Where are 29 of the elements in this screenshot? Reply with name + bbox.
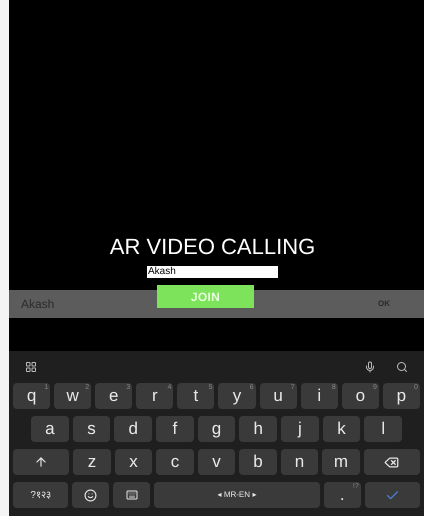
keyboard-key[interactable]: x — [114, 449, 152, 475]
name-field[interactable]: Akash — [147, 266, 278, 278]
keyboard-key[interactable]: k — [322, 416, 360, 442]
keyboard-key[interactable]: b — [239, 449, 277, 475]
keyboard-key[interactable]: a — [31, 416, 69, 442]
apps-grid-icon[interactable] — [25, 361, 37, 373]
keyboard-key[interactable] — [113, 482, 150, 508]
emoji-icon — [84, 488, 98, 502]
keyboard-key[interactable]: z — [73, 449, 111, 475]
keyboard-key[interactable]: n — [280, 449, 318, 475]
emoji-key[interactable] — [72, 482, 110, 508]
keyboard-key[interactable]: d — [114, 416, 152, 442]
backspace-icon — [384, 454, 400, 470]
space-bar[interactable]: ◂ MR-EN ▸ — [154, 482, 320, 508]
keyboard-icon — [126, 489, 138, 501]
keyboard-key[interactable]: s — [72, 416, 110, 442]
keyboard-key[interactable]: m — [322, 449, 360, 475]
keyboard-key[interactable]: c — [156, 449, 194, 475]
keyboard-key[interactable]: h — [239, 416, 278, 442]
keyboard-key[interactable]: v — [198, 449, 236, 475]
keyboard-key[interactable]: l — [364, 416, 402, 442]
search-icon[interactable] — [396, 361, 408, 373]
symbols-key[interactable]: ?१२३ — [13, 482, 68, 508]
app-title: AR VIDEO CALLING — [108, 233, 316, 261]
microphone-icon[interactable] — [364, 361, 376, 373]
backspace-key[interactable] — [364, 449, 420, 475]
keyboard-key[interactable]: f — [156, 416, 194, 442]
keyboard-key[interactable]: j — [281, 416, 319, 442]
keyboard-key[interactable]: g — [198, 416, 236, 442]
